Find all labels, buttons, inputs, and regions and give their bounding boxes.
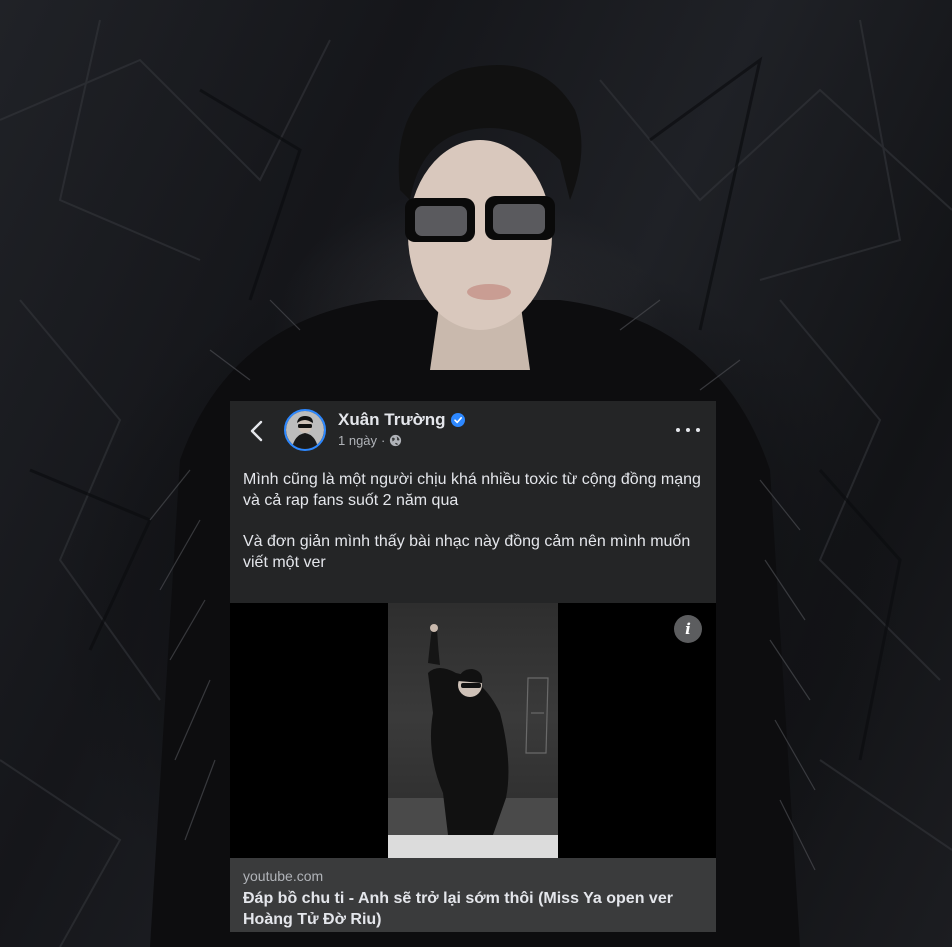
post-header: Xuân Trường 1 ngày · <box>230 401 716 461</box>
link-preview[interactable]: i youtube.com Đáp bồ chu ti - Anh sẽ trở… <box>230 603 716 932</box>
post-body: Mình cũng là một người chịu khá nhiều to… <box>243 469 703 593</box>
dot-icon <box>676 428 680 432</box>
dot-icon <box>696 428 700 432</box>
video-thumbnail[interactable]: i <box>230 603 716 858</box>
author-name-row: Xuân Trường <box>338 410 465 430</box>
chevron-left-icon <box>250 420 263 442</box>
dot-icon <box>686 428 690 432</box>
more-options-button[interactable] <box>676 421 700 439</box>
performer-image <box>388 624 558 858</box>
post-paragraph: Mình cũng là một người chịu khá nhiều to… <box>243 471 701 509</box>
post-paragraph: Và đơn giản mình thấy bài nhạc này đồng … <box>243 533 691 571</box>
meta-separator: · <box>381 433 386 448</box>
author-name[interactable]: Xuân Trường <box>338 410 446 430</box>
link-caption[interactable]: youtube.com Đáp bồ chu ti - Anh sẽ trở l… <box>230 858 716 932</box>
globe-icon <box>390 434 402 447</box>
author-avatar[interactable] <box>284 409 326 451</box>
post-card: Xuân Trường 1 ngày · Mình cũng là một ng… <box>230 401 716 932</box>
info-button[interactable]: i <box>674 615 702 643</box>
post-time[interactable]: 1 ngày <box>338 433 377 448</box>
verified-badge-icon <box>450 413 465 427</box>
link-title[interactable]: Đáp bồ chu ti - Anh sẽ trở lại sớm thôi … <box>243 888 713 930</box>
post-meta: 1 ngày · <box>338 433 402 448</box>
avatar-image <box>286 411 324 449</box>
back-button[interactable] <box>244 417 268 445</box>
link-domain: youtube.com <box>243 868 324 884</box>
thumbnail-image <box>388 603 558 858</box>
